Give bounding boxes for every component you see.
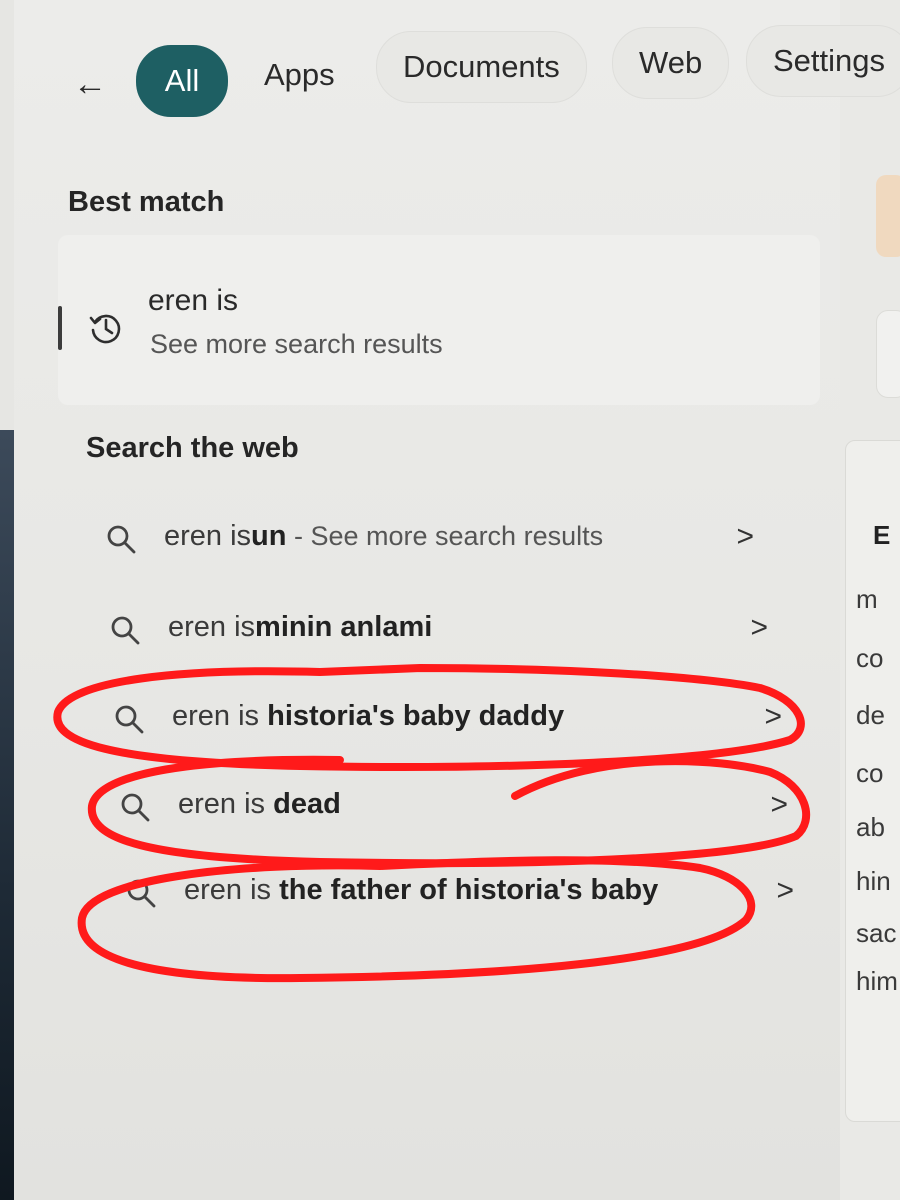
best-match-card[interactable]	[58, 235, 820, 405]
preview-text-line: de	[856, 700, 885, 730]
tab-all[interactable]: All	[136, 45, 228, 117]
search-icon	[107, 525, 136, 554]
tab-apps[interactable]: Apps	[238, 40, 361, 110]
web-suggestion-row[interactable]: eren isun - See more search results >	[104, 512, 784, 564]
tab-documents[interactable]: Documents	[376, 31, 587, 103]
search-icon	[111, 616, 140, 645]
tab-web[interactable]: Web	[612, 27, 730, 99]
search-icon	[115, 705, 144, 734]
selection-indicator	[58, 306, 62, 350]
suggestion-text: eren is historia's baby daddy	[172, 700, 565, 732]
chevron-right-icon: >	[776, 874, 794, 907]
suggestion-text: eren is dead	[178, 788, 341, 820]
suggestion-text: eren isun - See more search results	[164, 520, 604, 552]
web-suggestion-row[interactable]: eren is dead >	[118, 780, 798, 832]
preview-text-line: him	[856, 966, 898, 996]
preview-heading: E	[873, 520, 891, 550]
desktop-background-edge	[0, 430, 14, 1200]
best-match-heading: Best match	[68, 186, 225, 218]
web-suggestion-row[interactable]: eren is historia's baby daddy >	[112, 692, 792, 744]
history-icon	[89, 314, 121, 344]
chevron-right-icon: >	[770, 788, 788, 821]
tab-settings[interactable]: Settings	[746, 25, 900, 97]
chevron-right-icon: >	[764, 700, 782, 733]
preview-text-line: sac	[856, 918, 897, 948]
preview-text-line: ab	[856, 812, 885, 842]
search-results-panel	[14, 0, 840, 1200]
back-arrow-icon[interactable]: ←	[68, 62, 112, 106]
preview-card-top	[876, 175, 900, 257]
preview-text-line: co	[856, 758, 884, 788]
preview-text-line: hin	[856, 866, 891, 896]
search-icon	[121, 793, 150, 822]
suggestion-text: eren isminin anlami	[168, 611, 433, 643]
best-match-title: eren is	[148, 284, 239, 317]
preview-text-line: m	[856, 584, 878, 614]
search-icon	[127, 879, 156, 908]
preview-text-line: co	[856, 643, 884, 673]
best-match-subtitle: See more search results	[150, 329, 443, 359]
web-suggestion-row[interactable]: eren is the father of historia's baby >	[124, 866, 804, 918]
web-suggestion-row[interactable]: eren isminin anlami >	[108, 603, 788, 655]
search-web-heading: Search the web	[86, 432, 299, 464]
chevron-right-icon: >	[750, 611, 768, 644]
chevron-right-icon: >	[736, 520, 754, 553]
suggestion-text: eren is the father of historia's baby	[184, 874, 659, 906]
preview-card-middle	[876, 310, 900, 398]
